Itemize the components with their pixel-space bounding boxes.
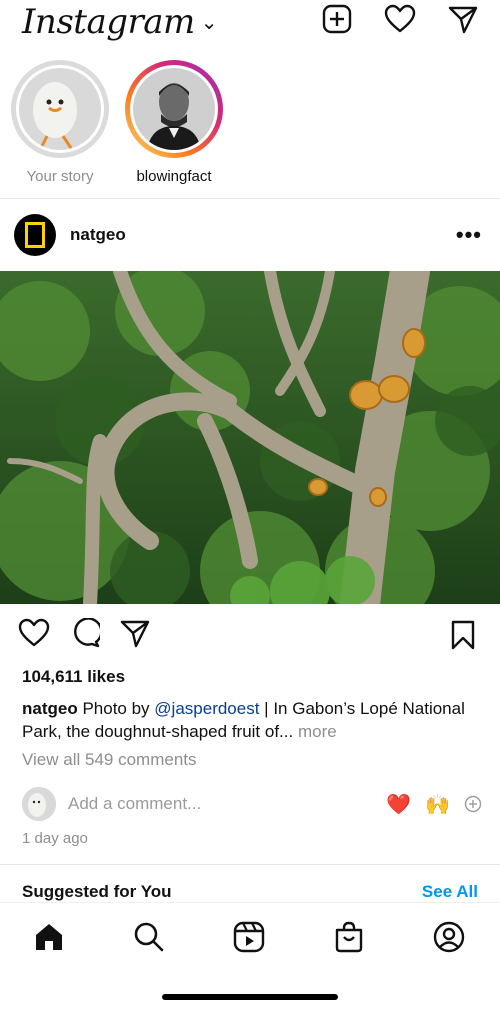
avatar bbox=[22, 787, 56, 821]
post-caption: natgeo Photo by @jasperdoest | In Gabon’… bbox=[22, 697, 482, 743]
caption-more-link[interactable]: more bbox=[293, 722, 337, 741]
add-comment-row: Add a comment... ❤️ 🙌 bbox=[22, 786, 482, 822]
search-icon[interactable] bbox=[129, 917, 169, 957]
create-post-icon[interactable] bbox=[322, 4, 352, 34]
activity-heart-icon[interactable] bbox=[384, 4, 416, 34]
natgeo-avatar[interactable] bbox=[14, 214, 56, 256]
comment-icon[interactable] bbox=[70, 618, 100, 648]
stories-tray: Your story blowingfact bbox=[0, 60, 500, 190]
raising-hands-emoji-button[interactable]: 🙌 bbox=[425, 792, 450, 817]
post-header: natgeo bbox=[14, 214, 126, 256]
divider bbox=[0, 198, 500, 199]
caption-mention-link[interactable]: @jasperdoest bbox=[154, 699, 259, 718]
view-comments-link[interactable]: View all 549 comments bbox=[22, 750, 197, 770]
divider bbox=[0, 864, 500, 865]
more-options-icon[interactable]: ••• bbox=[456, 222, 482, 248]
bookmark-icon[interactable] bbox=[450, 620, 476, 650]
top-actions bbox=[322, 4, 478, 34]
post-actions bbox=[18, 618, 150, 648]
avatar bbox=[133, 68, 215, 150]
like-heart-icon[interactable] bbox=[18, 618, 50, 648]
shop-icon[interactable] bbox=[329, 917, 369, 957]
likes-count[interactable]: 104,611 likes bbox=[22, 667, 125, 687]
share-icon[interactable] bbox=[120, 618, 150, 648]
story-label: Your story bbox=[26, 168, 94, 185]
post-username[interactable]: natgeo bbox=[70, 225, 126, 245]
chevron-down-icon: ⌄ bbox=[200, 10, 218, 34]
home-icon[interactable] bbox=[29, 917, 69, 957]
post-image[interactable] bbox=[0, 271, 500, 604]
reels-icon[interactable] bbox=[229, 917, 269, 957]
direct-message-icon[interactable] bbox=[448, 4, 478, 34]
add-emoji-icon[interactable] bbox=[464, 795, 482, 813]
home-indicator bbox=[162, 994, 338, 1000]
post-timestamp: 1 day ago bbox=[22, 830, 88, 847]
suggested-title: Suggested for You bbox=[22, 882, 172, 901]
heart-emoji-button[interactable]: ❤️ bbox=[386, 792, 411, 817]
story-your-story[interactable]: Your story bbox=[5, 60, 115, 185]
story-label: blowingfact bbox=[136, 168, 212, 185]
comment-input[interactable]: Add a comment... bbox=[68, 794, 372, 814]
caption-text: Photo by bbox=[77, 699, 155, 718]
caption-username[interactable]: natgeo bbox=[22, 699, 78, 718]
instagram-logo[interactable]: Instagram ⌄ bbox=[22, 0, 218, 44]
see-all-link[interactable]: See All bbox=[422, 882, 478, 902]
story-blowingfact[interactable]: blowingfact bbox=[119, 60, 229, 185]
avatar bbox=[19, 68, 101, 150]
profile-icon[interactable] bbox=[429, 917, 469, 957]
app-name: Instagram bbox=[22, 2, 195, 42]
